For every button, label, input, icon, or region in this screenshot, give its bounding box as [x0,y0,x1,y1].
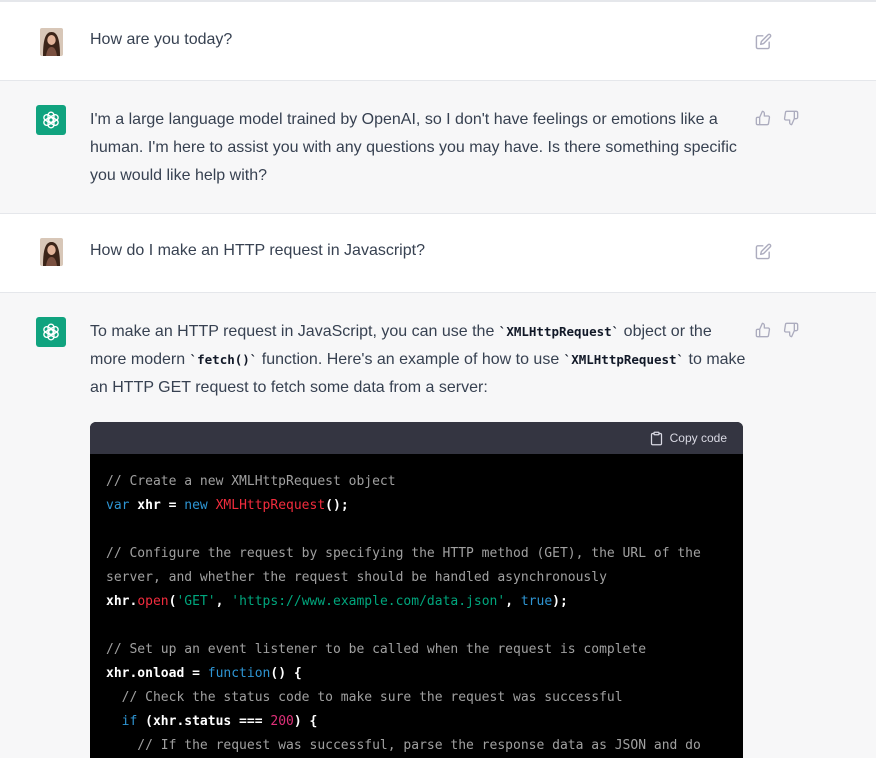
copy-code-label: Copy code [669,431,727,445]
message-text: I'm a large language model trained by Op… [90,111,737,184]
openai-logo-icon [43,323,59,341]
edit-icon [755,33,771,49]
user-avatar [40,28,63,56]
thumbs-up-icon [755,322,771,338]
thumbs-up-icon [755,110,771,126]
inline-code: `fetch()` [189,352,258,367]
code-line: // Create a new XMLHttpRequest object [106,474,396,489]
code-line: xhr.onload = function() { [106,666,302,681]
edit-icon [755,243,771,259]
message-text: To make an HTTP request in JavaScript, y… [90,318,750,402]
chat-thread: How are you today? I'm a large language … [0,0,876,758]
thumbs-down-icon [783,110,799,126]
assistant-message-1: I'm a large language model trained by Op… [0,81,876,214]
code-block: Copy code // Create a new XMLHttpRequest… [90,422,743,758]
message-text: How are you today? [90,31,233,48]
copy-code-button[interactable]: Copy code [649,431,727,446]
assistant-avatar [36,317,66,347]
user-avatar [40,238,63,266]
code-line-blank: ​ [106,518,727,542]
code-line: // If the request was successful, parse … [106,738,701,753]
thumbs-down-button[interactable] [782,109,800,127]
inline-code: `XMLHttpRequest` [498,324,620,339]
thumbs-down-button[interactable] [782,321,800,339]
assistant-avatar [36,105,66,135]
clipboard-icon [650,431,662,445]
code-line: // Set up an event listener to be called… [106,642,647,657]
code-line: xhr.open('GET', 'https://www.example.com… [106,594,568,609]
edit-button[interactable] [754,32,772,50]
intro-text: To make an HTTP request in JavaScript, y… [90,323,499,340]
thumbs-up-button[interactable] [754,109,772,127]
message-text: How do I make an HTTP request in Javascr… [90,242,425,259]
code-content: // Create a new XMLHttpRequest object var… [90,454,743,758]
code-line: if (xhr.status === 200) { [106,714,318,729]
code-line: // Check the status code to make sure th… [106,690,623,705]
code-line-blank: ​ [106,614,727,638]
code-line: server, and whether the request should b… [106,570,607,585]
openai-logo-icon [43,111,59,129]
edit-button[interactable] [754,242,772,260]
thumbs-down-icon [783,322,799,338]
code-header: Copy code [90,422,743,454]
inline-code: `XMLHttpRequest` [563,352,685,367]
user-message-2: How do I make an HTTP request in Javascr… [0,214,876,293]
thumbs-up-button[interactable] [754,321,772,339]
assistant-message-2: To make an HTTP request in JavaScript, y… [0,293,876,758]
code-line: var xhr = new XMLHttpRequest(); [106,498,349,513]
intro-text: function. Here's an example of how to us… [257,351,564,368]
code-line: // Configure the request by specifying t… [106,546,701,561]
user-message-1: How are you today? [0,2,876,81]
